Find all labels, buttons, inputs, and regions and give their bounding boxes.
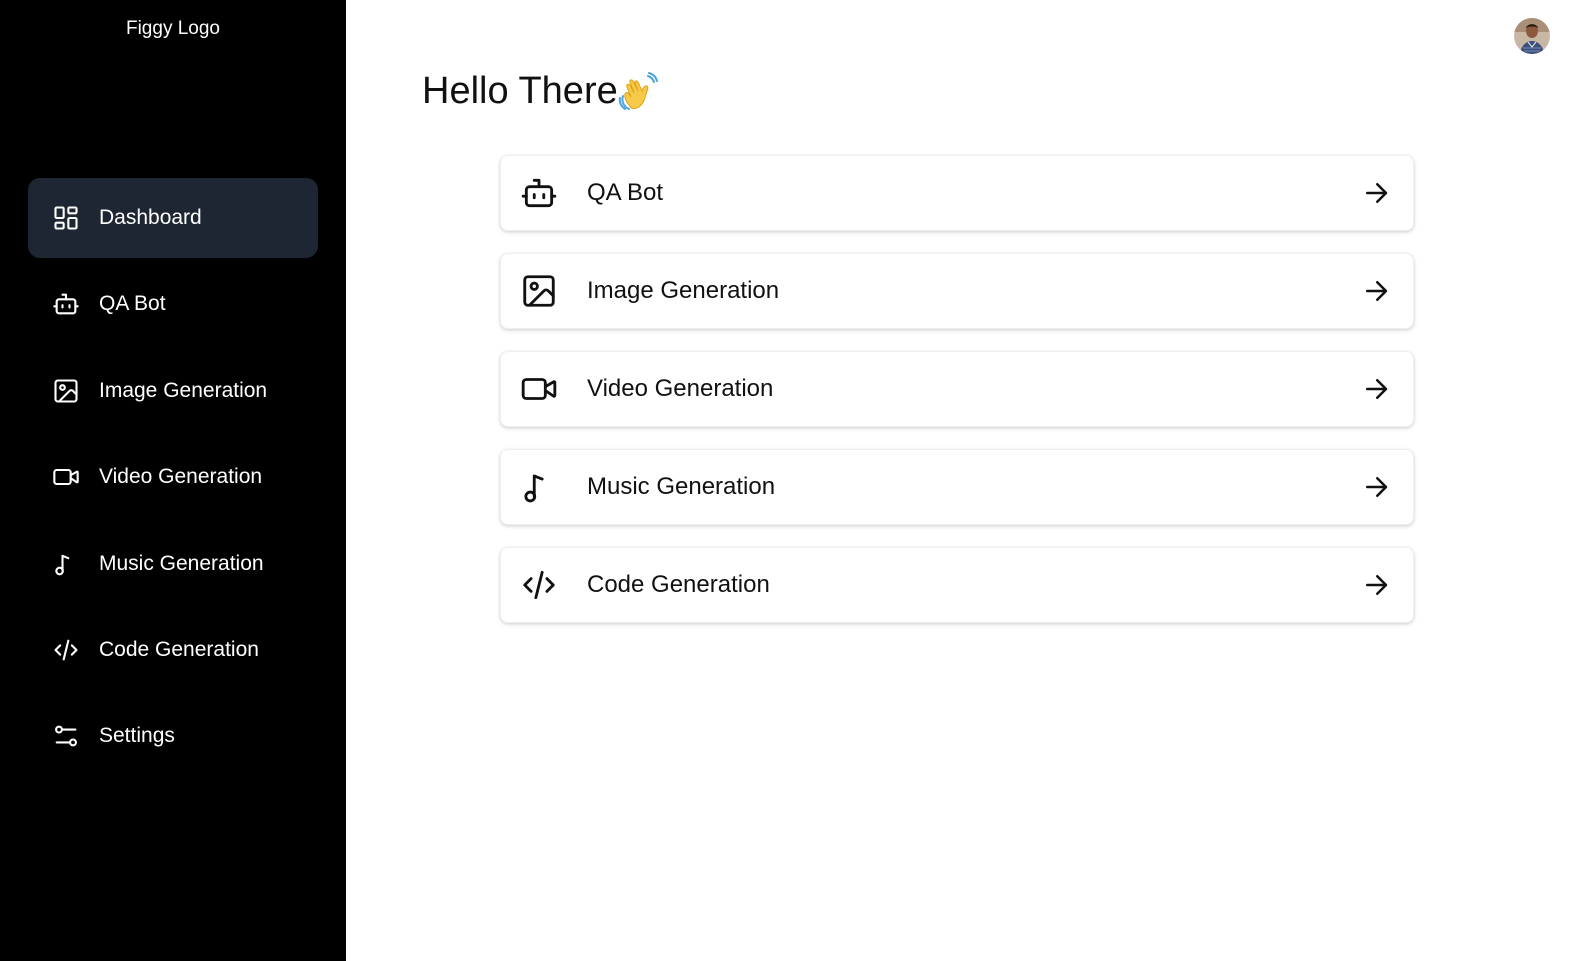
user-avatar[interactable] (1514, 18, 1550, 54)
card-label: Image Generation (587, 277, 780, 304)
card-label: Code Generation (587, 571, 770, 598)
app-root: Figgy Logo Dashboard QA Bot Image Genera… (0, 0, 1569, 961)
greeting-text: Hello There (422, 70, 618, 112)
card-image-generation[interactable]: Image Generation (500, 253, 1414, 329)
sidebar-item-label: Image Generation (99, 379, 268, 402)
waving-hand-icon (618, 71, 658, 112)
sidebar-item-settings[interactable]: Settings (28, 696, 318, 776)
card-code-generation[interactable]: Code Generation (500, 547, 1414, 623)
music-icon (519, 467, 559, 507)
arrow-right-icon (1361, 178, 1391, 208)
sidebar-item-label: Dashboard (99, 206, 202, 229)
arrow-right-icon (1361, 472, 1391, 502)
code-icon (52, 636, 80, 664)
music-icon (52, 550, 80, 578)
card-label: QA Bot (587, 179, 664, 206)
settings-sliders-icon (52, 722, 80, 750)
sidebar-item-label: Code Generation (99, 638, 259, 661)
arrow-right-icon (1361, 276, 1391, 306)
video-icon (52, 463, 80, 491)
bot-icon (519, 173, 559, 213)
sidebar-item-label: Settings (99, 724, 175, 747)
logo[interactable]: Figgy Logo (0, 18, 346, 40)
sidebar-item-label: Music Generation (99, 552, 264, 575)
card-music-generation[interactable]: Music Generation (500, 449, 1414, 525)
sidebar-item-label: Video Generation (99, 465, 263, 488)
page-title: Hello There (422, 70, 658, 113)
dashboard-icon (52, 204, 80, 232)
arrow-right-icon (1361, 374, 1391, 404)
code-icon (519, 565, 559, 605)
video-icon (519, 369, 559, 409)
sidebar: Figgy Logo Dashboard QA Bot Image Genera… (0, 0, 346, 961)
sidebar-item-image-generation[interactable]: Image Generation (28, 351, 318, 431)
card-label: Music Generation (587, 473, 776, 500)
sidebar-item-dashboard[interactable]: Dashboard (28, 178, 318, 258)
card-label: Video Generation (587, 375, 774, 402)
card-qa-bot[interactable]: QA Bot (500, 155, 1414, 231)
image-icon (519, 271, 559, 311)
sidebar-item-qa-bot[interactable]: QA Bot (28, 264, 318, 344)
sidebar-item-music-generation[interactable]: Music Generation (28, 524, 318, 604)
sidebar-item-label: QA Bot (99, 292, 166, 315)
arrow-right-icon (1361, 570, 1391, 600)
sidebar-item-code-generation[interactable]: Code Generation (28, 610, 318, 690)
image-icon (52, 377, 80, 405)
sidebar-item-video-generation[interactable]: Video Generation (28, 437, 318, 517)
bot-icon (52, 290, 80, 318)
card-video-generation[interactable]: Video Generation (500, 351, 1414, 427)
